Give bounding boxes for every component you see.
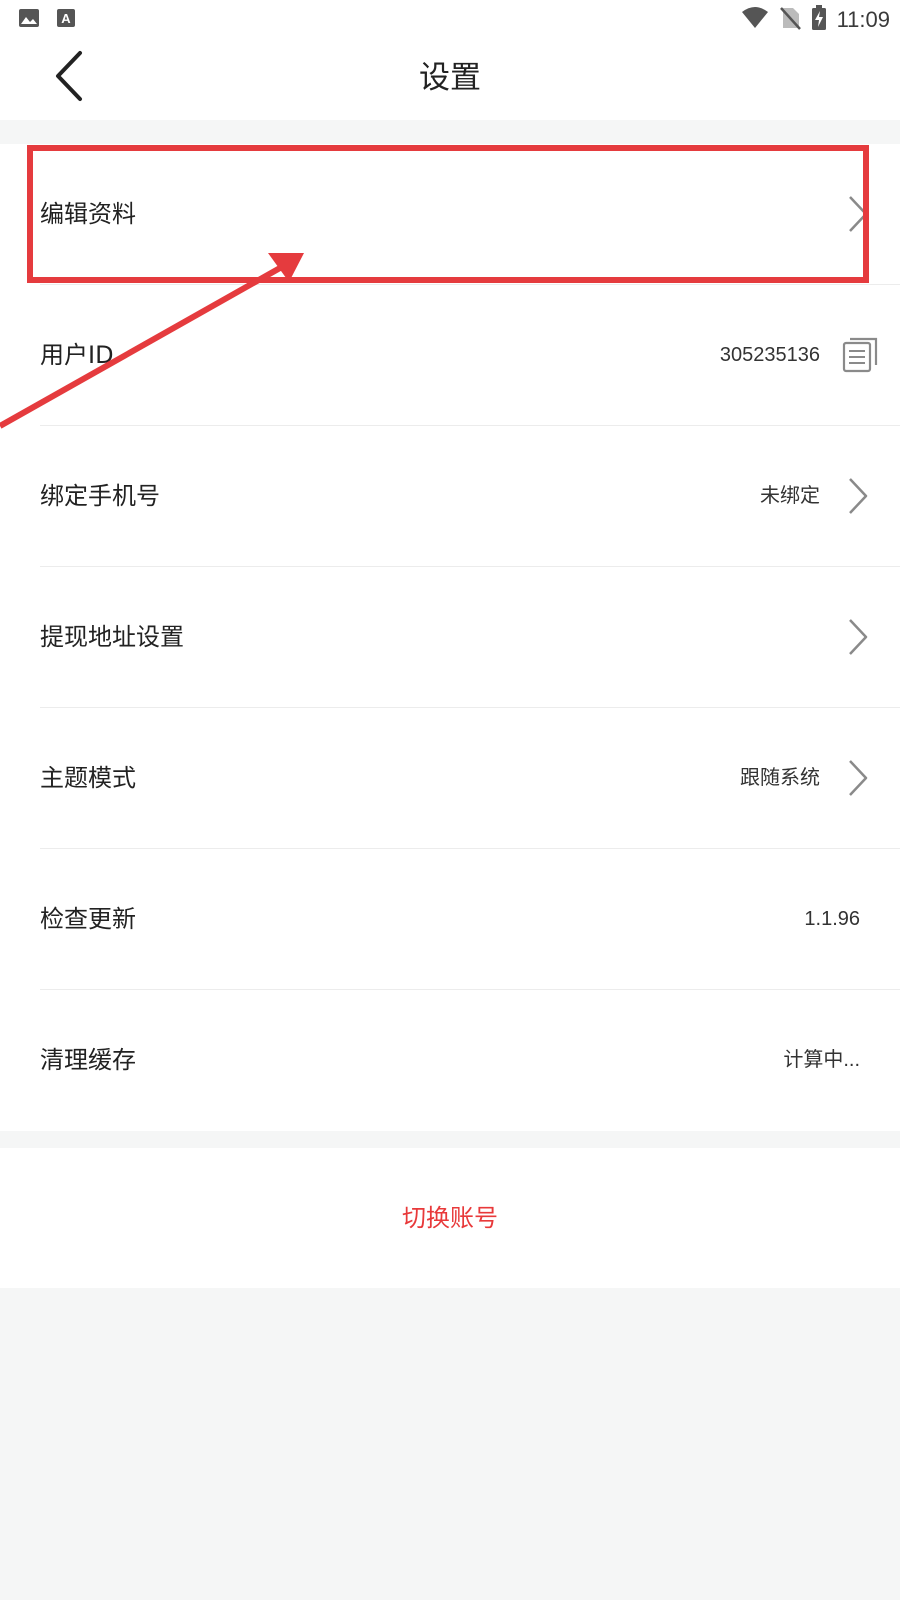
settings-row-withdraw-address[interactable]: 提现地址设置 — [0, 567, 900, 708]
image-icon — [18, 8, 40, 32]
settings-row-check-update[interactable]: 检查更新 1.1.96 — [0, 849, 900, 990]
settings-row-label: 提现地址设置 — [40, 623, 184, 651]
chevron-right-icon — [838, 758, 874, 798]
switch-account-section: 切换账号 — [0, 1148, 900, 1288]
settings-row-label: 清理缓存 — [40, 1046, 136, 1074]
settings-row-clear-cache[interactable]: 清理缓存 计算中... — [0, 990, 900, 1131]
a-box-icon: A — [56, 8, 76, 32]
page-title: 设置 — [419, 60, 481, 96]
switch-account-button[interactable]: 切换账号 — [0, 1148, 900, 1288]
chevron-right-icon — [838, 617, 874, 657]
settings-row-user-id: 用户ID 305235136 — [0, 285, 900, 426]
chevron-right-icon — [838, 194, 874, 234]
settings-row-label: 主题模式 — [40, 764, 136, 792]
settings-row-bind-phone[interactable]: 绑定手机号 未绑定 — [0, 426, 900, 567]
settings-list: 编辑资料 用户ID 305235136 绑定手机号 未绑定 提现地址设置 主题模… — [0, 144, 900, 1131]
status-bar: A 11:09 — [0, 0, 900, 36]
settings-row-label: 用户ID — [40, 341, 114, 369]
settings-row-label: 编辑资料 — [40, 200, 136, 228]
settings-row-theme-mode[interactable]: 主题模式 跟随系统 — [0, 708, 900, 849]
chevron-right-icon — [838, 476, 874, 516]
status-time: 11:09 — [836, 7, 890, 32]
cache-size-value: 计算中... — [783, 1049, 860, 1071]
app-version-value: 1.1.96 — [804, 908, 860, 930]
no-sim-icon — [779, 6, 801, 34]
user-id-value: 305235136 — [719, 344, 820, 366]
battery-charging-icon — [811, 5, 827, 35]
chevron-left-icon — [50, 50, 90, 106]
wifi-icon — [741, 6, 769, 34]
settings-row-label: 检查更新 — [40, 905, 136, 933]
copy-icon[interactable] — [840, 335, 880, 375]
svg-text:A: A — [61, 11, 71, 26]
theme-mode-value: 跟随系统 — [740, 767, 820, 789]
bind-phone-status: 未绑定 — [760, 485, 820, 507]
back-button[interactable] — [40, 44, 100, 112]
settings-row-label: 绑定手机号 — [40, 482, 160, 510]
settings-row-edit-profile[interactable]: 编辑资料 — [0, 144, 900, 285]
header-bar: 设置 — [0, 36, 900, 120]
